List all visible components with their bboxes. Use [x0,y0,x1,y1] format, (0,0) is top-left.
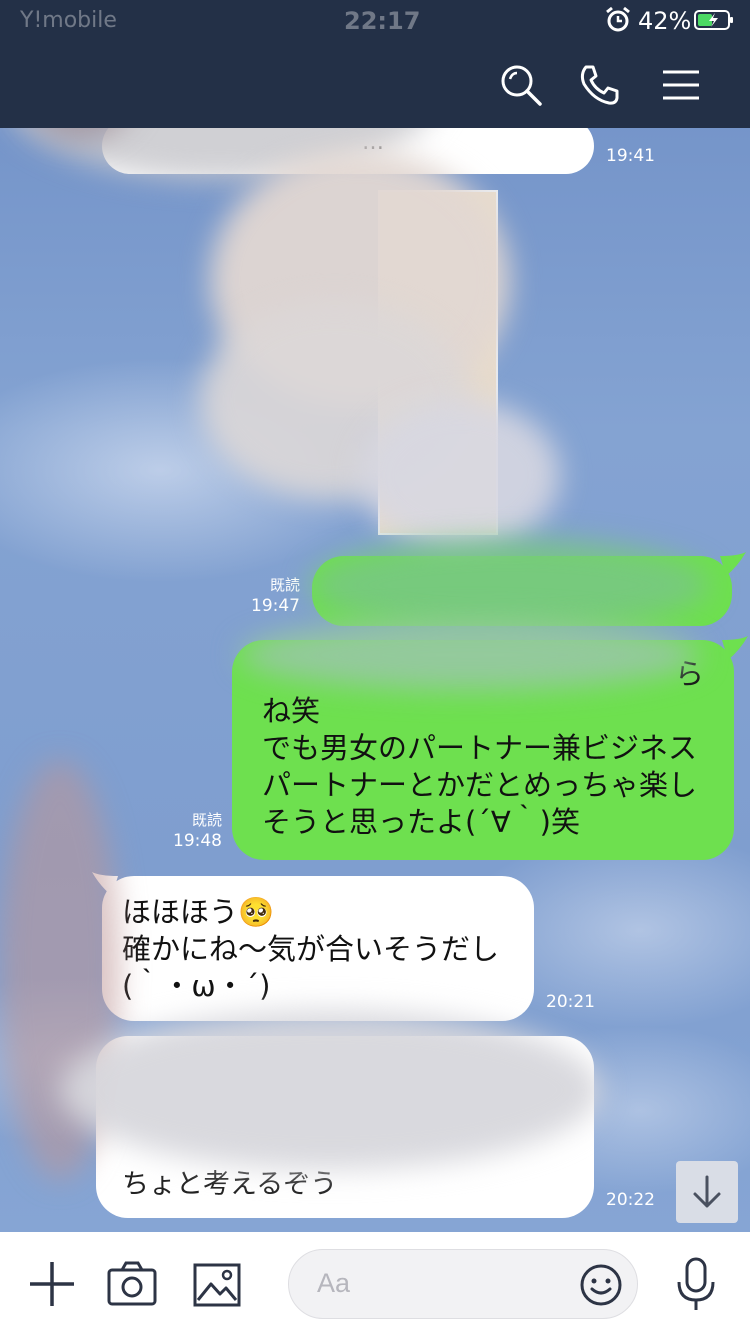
emoji-icon[interactable] [579,1263,623,1307]
message-line: (｀・ω・´) [122,969,271,1003]
redaction-blur [310,540,710,630]
menu-icon[interactable] [658,62,704,108]
battery-icon [694,10,733,30]
mic-icon[interactable] [674,1256,718,1312]
message-line: ね笑 [262,694,321,728]
message-time: 20:21 [546,992,595,1012]
read-label: 既読 [269,576,300,594]
bubble-tail [720,552,746,576]
arrow-down-icon [693,1175,721,1208]
message-bubble-incoming[interactable]: ほほほう🥺 確かにね〜気が合いそうだし (｀・ω・´) [102,876,534,1021]
scroll-to-bottom-button[interactable] [676,1161,738,1223]
status-bar: Y!mobile 22:17 42% [0,0,750,40]
message-line: 確かにね〜気が合いそうだし [122,932,500,966]
redaction-blur [360,400,560,550]
plus-icon[interactable] [28,1260,76,1308]
message-line: そうと思ったよ(´∀｀)笑 [262,805,580,839]
read-receipt: 既読 19:48 [152,810,222,852]
redaction-blur [240,620,700,690]
message-input-placeholder: Aa [317,1268,351,1298]
message-time: 19:48 [173,831,222,851]
status-time: 22:17 [344,7,421,35]
read-receipt: 既読 19:47 [230,575,300,617]
redaction-blur [60,1010,600,1170]
message-input[interactable]: Aa [288,1249,638,1319]
read-label: 既読 [191,811,222,829]
camera-icon[interactable] [106,1260,158,1308]
phone-icon[interactable] [576,62,622,108]
message-line: パートナーとかだとめっちゃ楽し [262,768,698,802]
message-time: 19:47 [251,596,300,616]
message-text: ちょと考えるぞう [122,1169,338,1200]
message-line: でも男女のパートナー兼ビジネス [262,731,698,765]
bubble-tail [722,636,748,660]
chat-header: Y!mobile 22:17 42% [0,0,750,128]
message-composer: Aa [0,1232,750,1334]
alarm-icon [606,6,630,32]
message-time: 20:22 [606,1190,655,1210]
message-time: 19:41 [606,146,655,166]
battery-percent: 42% [638,7,692,35]
message-line: ほほほう🥺 [122,895,275,929]
image-icon[interactable] [192,1262,242,1308]
carrier-label: Y!mobile [20,8,117,33]
search-icon[interactable] [498,62,544,108]
